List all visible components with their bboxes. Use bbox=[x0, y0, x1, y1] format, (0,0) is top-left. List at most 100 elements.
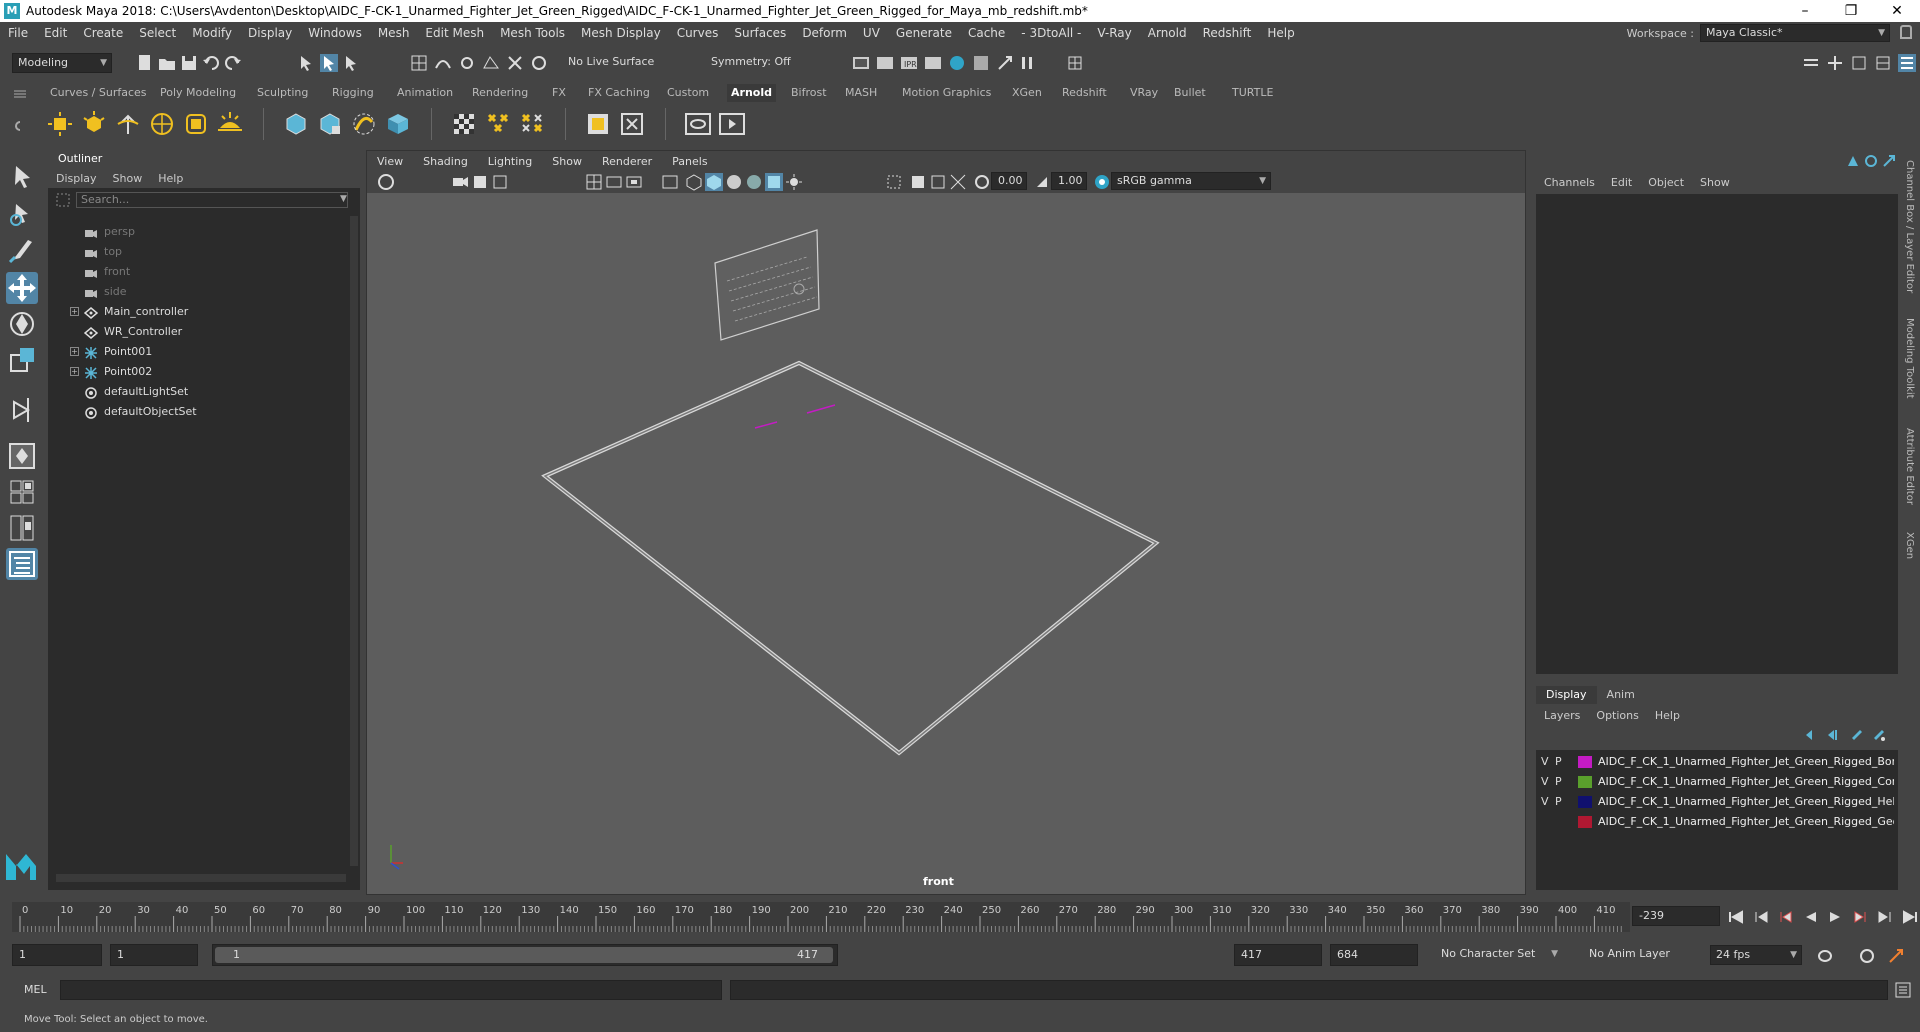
playback-start-field[interactable]: 1 bbox=[110, 944, 198, 966]
close-button[interactable]: ✕ bbox=[1874, 0, 1920, 22]
chevron-down-icon[interactable]: ▼ bbox=[340, 194, 347, 204]
display-layer-row[interactable]: V P AIDC_F_CK_1_Unarmed_Fighter_Jet_Green_… bbox=[1536, 772, 1898, 792]
select-hierarchy-icon[interactable] bbox=[298, 54, 316, 72]
expand-plus-icon[interactable]: + bbox=[70, 347, 79, 356]
channel-box-icon[interactable] bbox=[1898, 54, 1916, 72]
create-standin-icon[interactable] bbox=[282, 110, 310, 138]
outliner-item[interactable]: defaultObjectSet bbox=[48, 402, 338, 422]
light-portal-icon[interactable] bbox=[182, 110, 210, 138]
animation-start-field[interactable]: 1 bbox=[12, 944, 102, 966]
backface-culling-icon[interactable] bbox=[929, 173, 947, 191]
ground-plane-wireframe[interactable] bbox=[541, 360, 1160, 756]
photometric-light-icon[interactable] bbox=[114, 110, 142, 138]
outliner-scrollbar[interactable] bbox=[350, 216, 358, 866]
new-scene-icon[interactable] bbox=[136, 54, 154, 72]
shelf-tab-custom[interactable]: Custom bbox=[663, 84, 713, 102]
play-forwards-icon[interactable] bbox=[1827, 910, 1843, 924]
go-to-start-icon[interactable] bbox=[1728, 910, 1744, 924]
display-layer-row[interactable]: V P AIDC_F_CK_1_Unarmed_Fighter_Jet_Green_… bbox=[1536, 792, 1898, 812]
viewport-menu-view[interactable]: View bbox=[367, 155, 413, 168]
snap-curve-icon[interactable] bbox=[434, 54, 452, 72]
side-tab-attribute-editor[interactable]: Attribute Editor bbox=[1904, 428, 1915, 505]
default-material-icon[interactable] bbox=[725, 173, 743, 191]
skydome-light-icon[interactable] bbox=[148, 110, 176, 138]
paint-select-tool-icon[interactable] bbox=[6, 234, 38, 266]
command-input[interactable] bbox=[60, 980, 722, 1000]
layer-tab-display[interactable]: Display bbox=[1536, 686, 1597, 704]
select-component-icon[interactable] bbox=[342, 54, 360, 72]
save-scene-icon[interactable] bbox=[180, 54, 198, 72]
animation-end-field[interactable]: 684 bbox=[1330, 944, 1418, 966]
menu-uv[interactable]: UV bbox=[855, 26, 888, 40]
viewport-menu-renderer[interactable]: Renderer bbox=[592, 155, 662, 168]
gamma-field[interactable]: 1.00 bbox=[1051, 172, 1087, 190]
current-frame-field[interactable]: -239 bbox=[1632, 906, 1720, 926]
move-layer-up-icon[interactable] bbox=[1804, 728, 1818, 742]
camera-attributes-icon[interactable] bbox=[451, 173, 469, 191]
playback-end-field[interactable]: 417 bbox=[1234, 944, 1322, 966]
flush-background-icon[interactable] bbox=[484, 110, 512, 138]
render-view-icon[interactable] bbox=[852, 54, 870, 72]
go-to-end-icon[interactable] bbox=[1902, 910, 1918, 924]
arnold-render-icon[interactable] bbox=[718, 110, 746, 138]
outliner-item[interactable]: side bbox=[48, 282, 338, 302]
outliner-menu-show[interactable]: Show bbox=[105, 172, 151, 185]
grid-icon[interactable] bbox=[585, 173, 603, 191]
scale-tool-icon[interactable] bbox=[6, 344, 38, 376]
snap-live-icon[interactable] bbox=[506, 54, 524, 72]
shelf-tab-vray[interactable]: VRay bbox=[1126, 84, 1162, 102]
menu-redshift[interactable]: Redshift bbox=[1195, 26, 1260, 40]
shelf-tab-rendering[interactable]: Rendering bbox=[468, 84, 532, 102]
auto-key-icon[interactable] bbox=[1858, 948, 1876, 964]
last-tool-icon[interactable] bbox=[6, 394, 38, 426]
shelf-tab-motion-graphics[interactable]: Motion Graphics bbox=[898, 84, 995, 102]
safe-action-icon[interactable] bbox=[661, 173, 679, 191]
shelf-tab-xgen[interactable]: XGen bbox=[1008, 84, 1046, 102]
shelf-tab-sculpting[interactable]: Sculpting bbox=[253, 84, 312, 102]
camera-select-icon[interactable] bbox=[377, 173, 395, 191]
tx-manager-icon[interactable] bbox=[584, 110, 612, 138]
menu-cache[interactable]: Cache bbox=[960, 26, 1013, 40]
snap-grid-icon[interactable] bbox=[410, 54, 428, 72]
select-object-icon[interactable] bbox=[320, 54, 338, 72]
display-textures-icon[interactable] bbox=[949, 173, 967, 191]
lasso-tool-icon[interactable] bbox=[6, 198, 38, 230]
export-standin-icon[interactable] bbox=[316, 110, 344, 138]
flush-quad-lights-icon[interactable] bbox=[518, 110, 546, 138]
menu-help[interactable]: Help bbox=[1259, 26, 1302, 40]
outliner-item[interactable]: + Point002 bbox=[48, 362, 338, 382]
menu-v-ray[interactable]: V-Ray bbox=[1089, 26, 1139, 40]
color-management-icon[interactable] bbox=[1093, 173, 1111, 191]
render-frame-icon[interactable] bbox=[876, 54, 894, 72]
menu-edit[interactable]: Edit bbox=[36, 26, 75, 40]
menu-mesh[interactable]: Mesh bbox=[370, 26, 418, 40]
channel-box-menu-show[interactable]: Show bbox=[1692, 176, 1738, 189]
maximize-button[interactable]: ❐ bbox=[1828, 0, 1874, 22]
shelf-tab-arnold[interactable]: Arnold bbox=[727, 84, 776, 102]
create-curve-collector-icon[interactable] bbox=[350, 110, 378, 138]
viewport-menu-lighting[interactable]: Lighting bbox=[478, 155, 542, 168]
menu-deform[interactable]: Deform bbox=[794, 26, 855, 40]
shelf-tab-bullet[interactable]: Bullet bbox=[1170, 84, 1210, 102]
expand-icon[interactable] bbox=[1882, 154, 1896, 168]
shelf-tab-fx[interactable]: FX bbox=[548, 84, 570, 102]
outliner-item[interactable]: top bbox=[48, 242, 338, 262]
menu-edit-mesh[interactable]: Edit Mesh bbox=[417, 26, 492, 40]
shelf-tab-poly-modeling[interactable]: Poly Modeling bbox=[156, 84, 240, 102]
display-layer-row[interactable]: V P AIDC_F_CK_1_Unarmed_Fighter_Jet_Green_… bbox=[1536, 752, 1898, 772]
select-tool-icon[interactable] bbox=[6, 162, 38, 194]
ipr-render-icon[interactable]: IPR bbox=[900, 54, 918, 72]
viewport-menu-panels[interactable]: Panels bbox=[662, 155, 717, 168]
channel-box-toggle-icon[interactable] bbox=[1846, 154, 1860, 168]
outliner-item[interactable]: WR_Controller bbox=[48, 322, 338, 342]
layer-visibility-toggle[interactable]: V bbox=[1541, 752, 1549, 772]
menu-display[interactable]: Display bbox=[240, 26, 300, 40]
flush-texture-cache-icon[interactable] bbox=[450, 110, 478, 138]
tool-settings-icon[interactable] bbox=[1874, 54, 1892, 72]
shelf-tab-rigging[interactable]: Rigging bbox=[328, 84, 378, 102]
undo-icon[interactable] bbox=[202, 54, 220, 72]
bookmarks-icon[interactable] bbox=[471, 173, 489, 191]
single-view-layout-icon[interactable] bbox=[6, 440, 38, 472]
step-forward-frame-icon[interactable] bbox=[1852, 910, 1868, 924]
animation-preferences-icon[interactable] bbox=[1888, 948, 1906, 964]
